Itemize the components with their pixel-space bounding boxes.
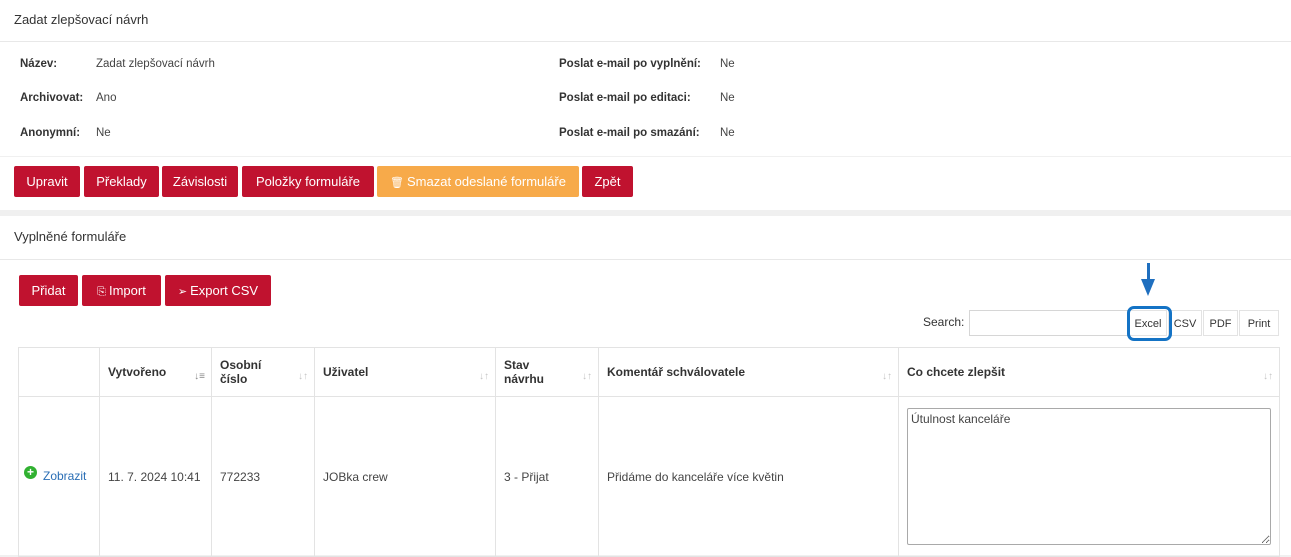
cell-co-zlepsit: Útulnost kanceláře (898, 396, 1280, 557)
sort-icon: ↓↑ (882, 371, 892, 382)
column-header-label: Komentář schválovatele (607, 365, 746, 379)
form-info-title: Zadat zlepšovací návrh (14, 12, 149, 27)
email-smazani-label: Poslat e-mail po smazání: (559, 127, 700, 139)
column-header-label: číslo (220, 372, 248, 386)
arrow-down-icon (1141, 279, 1155, 296)
filled-forms-title: Vyplněné formuláře (14, 229, 127, 244)
pridat-button[interactable]: Přidat (19, 275, 78, 306)
smazat-odeslane-label: Smazat odeslané formuláře (406, 174, 566, 189)
cell-stav: 3 - Přijat (495, 396, 599, 557)
table-header-row: Vytvořeno ↓≡ Osobní číslo ↓↑ Uživatel ↓↑ Sta… (18, 347, 1280, 397)
sort-icon: ↓↑ (298, 371, 308, 382)
cell-osobni-cislo: 772233 (211, 396, 315, 557)
anonymni-value: Ne (96, 127, 111, 139)
email-editaci-label: Poslat e-mail po editaci: (559, 92, 691, 104)
column-header-action (18, 347, 100, 397)
sort-icon: ↓↑ (582, 371, 592, 382)
search-input[interactable] (969, 310, 1129, 336)
table-row: + Zobrazit 11. 7. 2024 10:41 772233 JOBka… (18, 396, 1280, 557)
sort-icon: ↓↑ (479, 371, 489, 382)
nazev-label: Název: (20, 58, 58, 70)
zobrazit-link[interactable]: Zobrazit (43, 469, 86, 483)
search-label: Search: (923, 315, 965, 329)
divider (0, 41, 1291, 42)
cell-vytvoreno: 11. 7. 2024 10:41 (99, 396, 212, 557)
cell-uzivatel: JOBka crew (314, 396, 496, 557)
email-smazani-value: Ne (720, 127, 735, 139)
polozky-formulare-button[interactable]: Položky formuláře (242, 166, 374, 197)
sort-icon: ↓↑ (1263, 371, 1273, 382)
co-zlepsit-textarea[interactable]: Útulnost kanceláře (907, 408, 1271, 545)
column-header-co-zlepsit[interactable]: Co chcete zlepšit ↓↑ (898, 347, 1280, 397)
column-header-vytvoreno[interactable]: Vytvořeno ↓≡ (99, 347, 212, 397)
column-header-label: Uživatel (323, 365, 369, 379)
plus-circle-icon[interactable]: + (24, 465, 37, 479)
archivovat-label: Archivovat: (20, 92, 84, 104)
csv-button[interactable]: CSV (1168, 310, 1202, 336)
file-export-icon: ➢ (177, 286, 188, 298)
sort-icon: ↓≡ (194, 371, 205, 382)
action-button-bar: Upravit Překlady Závislosti Položky form… (0, 157, 1291, 210)
filled-forms-table: Vytvořeno ↓≡ Osobní číslo ↓↑ Uživatel ↓↑ Sta… (18, 347, 1280, 557)
nazev-value: Zadat zlepšovací návrh (96, 58, 215, 70)
import-label: Import (108, 283, 146, 298)
email-vyplneni-label: Poslat e-mail po vyplnění: (559, 58, 701, 70)
column-header-uzivatel[interactable]: Uživatel ↓↑ (314, 347, 496, 397)
excel-highlight-box (1127, 306, 1172, 341)
anonymni-label: Anonymní: (20, 127, 81, 139)
column-header-osobni-cislo[interactable]: Osobní číslo ↓↑ (211, 347, 315, 397)
smazat-odeslane-button[interactable]: 🗑 Smazat odeslané formuláře (377, 166, 579, 197)
zavislosti-button[interactable]: Závislosti (162, 166, 238, 197)
zpet-button[interactable]: Zpět (582, 166, 633, 197)
trash-icon: 🗑 (390, 177, 404, 189)
print-button[interactable]: Print (1239, 310, 1279, 336)
file-import-icon: ⎘ (97, 286, 106, 298)
cell-komentar: Přidáme do kanceláře více květin (598, 396, 899, 557)
upravit-button[interactable]: Upravit (14, 166, 80, 197)
divider (0, 259, 1291, 260)
export-csv-button[interactable]: ➢ Export CSV (165, 275, 271, 306)
form-info-panel: Zadat zlepšovací návrh Název: Zadat zlep… (0, 0, 1291, 156)
email-vyplneni-value: Ne (720, 58, 735, 70)
column-header-stav-navrhu[interactable]: Stav návrhu ↓↑ (495, 347, 599, 397)
archivovat-value: Ano (96, 92, 117, 104)
column-header-label: Osobní (220, 358, 262, 372)
column-header-label: Co chcete zlepšit (907, 365, 1006, 379)
column-header-komentar[interactable]: Komentář schválovatele ↓↑ (598, 347, 899, 397)
column-header-label: návrhu (504, 372, 545, 386)
email-editaci-value: Ne (720, 92, 735, 104)
column-header-label: Stav (504, 358, 530, 372)
preklady-button[interactable]: Překlady (84, 166, 159, 197)
import-button[interactable]: ⎘ Import (82, 275, 161, 306)
cell-action: + Zobrazit (18, 396, 100, 557)
column-header-label: Vytvořeno (108, 365, 167, 379)
export-csv-label: Export CSV (190, 283, 259, 298)
pdf-button[interactable]: PDF (1203, 310, 1238, 336)
